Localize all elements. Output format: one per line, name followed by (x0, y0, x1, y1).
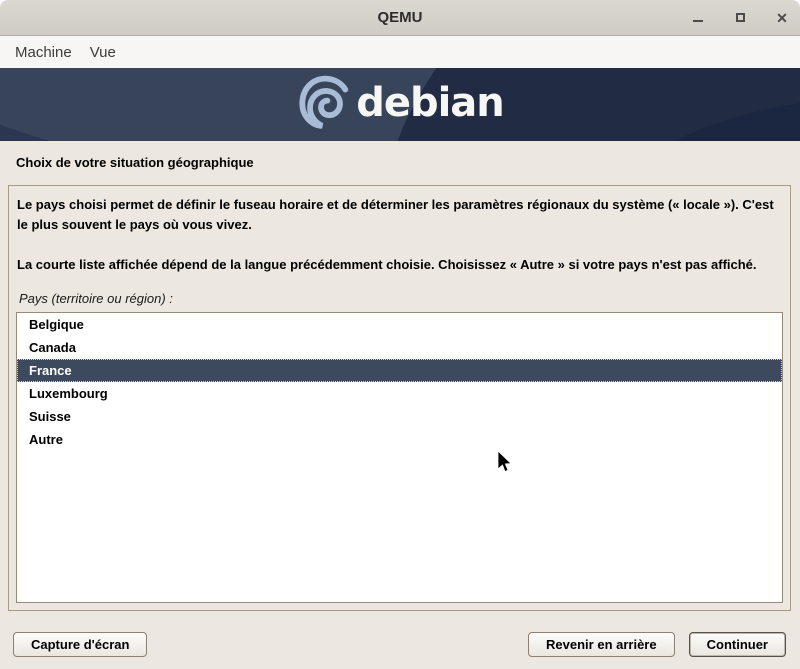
country-list-label: Pays (territoire ou région) : (19, 291, 783, 306)
country-row[interactable]: Canada (17, 336, 782, 359)
title-bar: QEMU ✕ (0, 0, 800, 36)
country-label: Belgique (29, 317, 84, 332)
close-button[interactable]: ✕ (774, 10, 790, 26)
country-row[interactable]: Autre (17, 428, 782, 451)
country-label: Autre (29, 432, 63, 447)
debian-logo: debian (0, 68, 800, 141)
page-title: Choix de votre situation géographique (16, 155, 254, 170)
country-row[interactable]: Luxembourg (17, 382, 782, 405)
screenshot-button[interactable]: Capture d'écran (13, 632, 147, 657)
window-title: QEMU (378, 9, 423, 26)
country-label: Canada (29, 340, 76, 355)
minimize-button[interactable] (690, 10, 706, 26)
debian-swirl-icon (296, 74, 354, 136)
country-row[interactable]: France (17, 359, 782, 382)
qemu-window: QEMU ✕ Machine Vue debian (0, 0, 800, 669)
continue-button[interactable]: Continuer (689, 632, 786, 657)
country-row[interactable]: Suisse (17, 405, 782, 428)
debian-logo-text: debian (356, 83, 504, 127)
description-paragraph-2: La courte liste affichée dépend de la la… (17, 255, 782, 275)
country-label: Suisse (29, 409, 71, 424)
maximize-icon (736, 13, 745, 22)
maximize-button[interactable] (732, 10, 748, 26)
menu-bar: Machine Vue (0, 36, 800, 68)
main-box: Le pays choisi permet de définir le fuse… (8, 185, 791, 611)
menu-vue[interactable]: Vue (81, 40, 125, 65)
description-paragraph-1: Le pays choisi permet de définir le fuse… (17, 195, 782, 235)
country-label: Luxembourg (29, 386, 108, 401)
close-icon: ✕ (776, 11, 788, 25)
installer-content: Choix de votre situation géographique Le… (0, 141, 800, 669)
menu-machine[interactable]: Machine (6, 40, 81, 65)
country-label: France (29, 363, 72, 378)
back-button[interactable]: Revenir en arrière (528, 632, 675, 657)
debian-banner: debian (0, 68, 800, 141)
minimize-icon (693, 20, 703, 22)
country-row[interactable]: Belgique (17, 313, 782, 336)
button-row: Capture d'écran Revenir en arrière Conti… (13, 632, 786, 657)
country-list[interactable]: Belgique Canada France Luxembourg Suisse… (16, 312, 783, 603)
window-controls: ✕ (690, 0, 790, 35)
